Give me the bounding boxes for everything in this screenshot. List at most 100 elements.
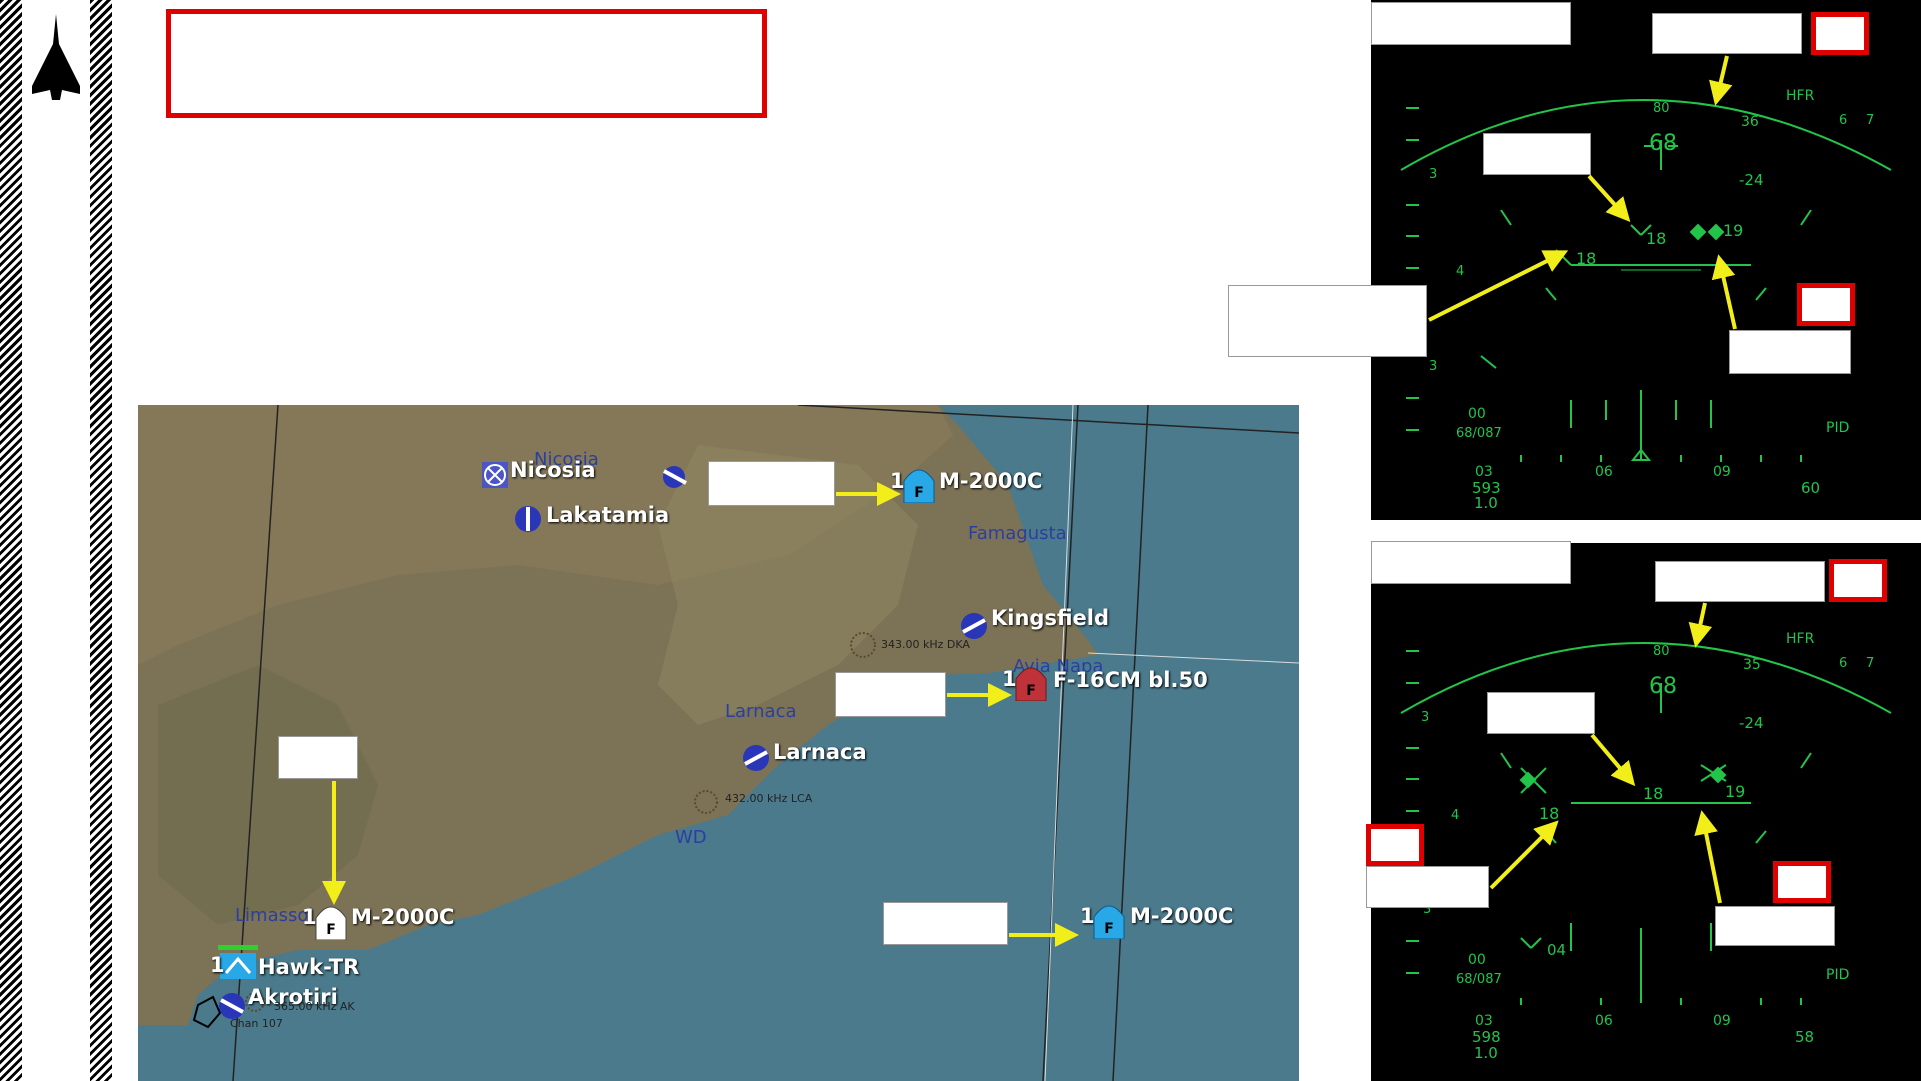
svg-text:68: 68 <box>1649 674 1677 699</box>
callout-box-mfd-top-left-target <box>1228 285 1427 357</box>
friendly-fighter-icon[interactable]: F <box>1092 901 1126 939</box>
callout-box-mfd-bottom-right-target <box>1715 906 1835 946</box>
svg-text:HFR: HFR <box>1786 631 1815 647</box>
navaid-label-ak: 365.00 kHz AK <box>274 1000 355 1013</box>
airfield-icon[interactable] <box>660 465 692 489</box>
callout-box-mfd-top-center <box>1652 13 1802 54</box>
callout-box-mfd-top-left <box>1371 2 1571 45</box>
svg-text:-24: -24 <box>1739 714 1764 732</box>
aircraft-silhouette-icon <box>32 14 80 100</box>
callout-box-mfd-bottom-center <box>1655 561 1825 602</box>
unit-label-m2000-limassol: M-2000C <box>351 905 455 929</box>
svg-text:1.0: 1.0 <box>1474 494 1498 512</box>
svg-text:03: 03 <box>1475 464 1493 480</box>
navaid-label-lca: 432.00 kHz LCA <box>725 792 813 805</box>
callout-redbox-mfd-bottom-mid <box>1773 861 1831 903</box>
svg-text:PID: PID <box>1826 420 1849 436</box>
neutral-fighter-icon[interactable]: F <box>314 902 348 940</box>
callout-box-mfd-bottom-18 <box>1487 692 1595 734</box>
svg-text:7: 7 <box>1866 113 1874 128</box>
callout-redbox-mfd-bottom-right <box>1829 559 1887 602</box>
svg-text:HFR: HFR <box>1786 88 1815 104</box>
callout-box-mfd-bottom-left <box>1371 541 1571 584</box>
svg-text:18: 18 <box>1643 784 1663 803</box>
svg-text:7: 7 <box>1866 656 1874 671</box>
svg-text:18: 18 <box>1539 804 1559 823</box>
radar-display-bottom-graphic: HFR 80 35 6 7 68 -24 3 18 19 18 4 3 04 0… <box>1400 631 1892 1062</box>
svg-text:6: 6 <box>1839 113 1847 128</box>
airfield-icon[interactable] <box>960 612 988 640</box>
svg-text:35: 35 <box>1743 657 1761 673</box>
airfield-label-nicosia: Nicosia <box>510 458 596 482</box>
place-larnaca: Larnaca <box>725 701 797 722</box>
callout-box-north <box>708 461 835 506</box>
svg-text:09: 09 <box>1713 464 1731 480</box>
left-stripe-inner <box>90 0 112 1081</box>
svg-text:60: 60 <box>1801 479 1820 497</box>
callout-box-limassol <box>278 736 358 779</box>
svg-text:68/087: 68/087 <box>1456 426 1502 441</box>
svg-text:19: 19 <box>1725 782 1745 801</box>
svg-text:3: 3 <box>1429 359 1437 374</box>
svg-text:68/087: 68/087 <box>1456 972 1502 987</box>
unit-label-hawk: Hawk-TR <box>258 955 360 979</box>
callout-box-mfd-top-18 <box>1483 133 1591 175</box>
svg-text:-24: -24 <box>1739 171 1764 189</box>
svg-text:3: 3 <box>1429 167 1437 182</box>
svg-text:1.0: 1.0 <box>1474 1044 1498 1062</box>
svg-text:PID: PID <box>1826 967 1849 983</box>
svg-text:4: 4 <box>1451 808 1459 823</box>
airfield-icon[interactable] <box>481 461 509 489</box>
left-stripe-outer <box>0 0 22 1081</box>
unit-label-m2000-north: M-2000C <box>939 469 1043 493</box>
svg-text:F: F <box>1104 921 1114 937</box>
svg-text:68: 68 <box>1649 131 1677 156</box>
svg-text:F: F <box>1026 683 1036 699</box>
svg-text:36: 36 <box>1741 114 1759 130</box>
svg-text:06: 06 <box>1595 464 1613 480</box>
svg-text:18: 18 <box>1576 249 1596 268</box>
callout-box-sea <box>883 902 1008 945</box>
svg-text:00: 00 <box>1468 406 1486 422</box>
svg-text:80: 80 <box>1653 644 1670 659</box>
radar-display-top[interactable]: HFR 80 36 6 7 68 -24 3 18 19 18 4 3 00 6… <box>1371 0 1921 520</box>
svg-text:6: 6 <box>1839 656 1847 671</box>
radar-display-bottom[interactable]: HFR 80 35 6 7 68 -24 3 18 19 18 4 3 04 0… <box>1371 543 1921 1081</box>
svg-text:06: 06 <box>1595 1013 1613 1029</box>
airfield-label-larnaca: Larnaca <box>773 740 867 764</box>
callout-redbox-mfd-top-right <box>1811 12 1869 55</box>
airfield-icon[interactable] <box>218 992 246 1020</box>
svg-text:80: 80 <box>1653 101 1670 116</box>
unit-count-hawk: 1 <box>210 953 225 977</box>
map-view[interactable]: Nicosia Famagusta Ayia Napa Larnaca WD L… <box>138 405 1299 1081</box>
radar-display-top-graphic: HFR 80 36 6 7 68 -24 3 18 19 18 4 3 00 6… <box>1400 88 1892 512</box>
airfield-label-kingsfield: Kingsfield <box>991 606 1109 630</box>
svg-text:00: 00 <box>1468 952 1486 968</box>
callout-redbox-mfd-bottom-left <box>1366 824 1424 866</box>
unit-label-f16: F-16CM bl.50 <box>1053 668 1208 692</box>
svg-text:18: 18 <box>1646 229 1666 248</box>
callout-box-f16 <box>835 672 946 717</box>
navaid-label-chan: Chan 107 <box>230 1017 283 1030</box>
place-wd: WD <box>675 827 707 848</box>
callout-redbox-mfd-top-mid <box>1797 283 1855 326</box>
hostile-fighter-icon[interactable]: F <box>1014 663 1048 701</box>
airfield-icon[interactable] <box>514 505 542 533</box>
place-famagusta: Famagusta <box>968 523 1067 544</box>
airfield-label-lakatamia: Lakatamia <box>546 503 670 527</box>
svg-text:04: 04 <box>1547 941 1566 959</box>
callout-box-mfd-bottom-left-target <box>1366 866 1489 908</box>
svg-text:19: 19 <box>1723 221 1743 240</box>
unit-label-m2000-sea: M-2000C <box>1130 904 1234 928</box>
title-box <box>166 9 767 118</box>
svg-text:58: 58 <box>1795 1028 1814 1046</box>
svg-text:03: 03 <box>1475 1013 1493 1029</box>
navaid-label-dka: 343.00 kHz DKA <box>881 638 970 651</box>
friendly-fighter-icon[interactable]: F <box>902 465 936 503</box>
svg-text:F: F <box>914 485 924 501</box>
callout-box-mfd-top-right-target <box>1729 330 1851 374</box>
svg-text:3: 3 <box>1421 710 1429 725</box>
svg-text:09: 09 <box>1713 1013 1731 1029</box>
mfd-separator <box>1371 520 1921 542</box>
airfield-icon[interactable] <box>742 744 770 772</box>
